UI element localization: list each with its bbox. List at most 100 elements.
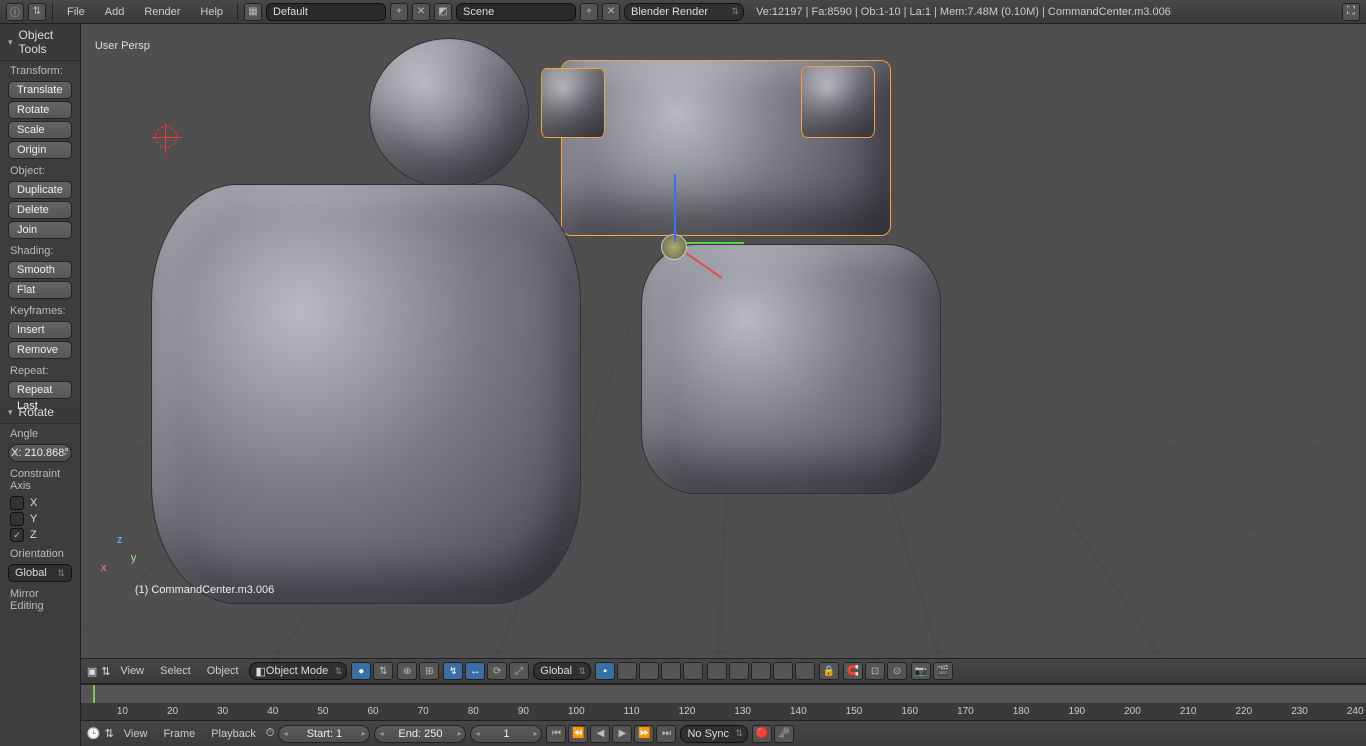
translate-button[interactable]: Translate: [8, 81, 72, 99]
timeline-expand-icon[interactable]: ⇅: [105, 727, 114, 740]
layer-10[interactable]: [795, 662, 815, 680]
mesh-object-dish[interactable]: [369, 38, 529, 188]
fullscreen-toggle-icon[interactable]: ⛶: [1342, 3, 1360, 21]
layout-add-icon[interactable]: +: [390, 3, 408, 21]
tick-label: 50: [317, 706, 328, 717]
snap-toggle-icon[interactable]: 🧲: [843, 662, 863, 680]
info-editor-icon[interactable]: ⓘ: [6, 3, 24, 21]
scene-add-icon[interactable]: +: [580, 3, 598, 21]
keying-set-icon[interactable]: 🗝: [774, 725, 794, 743]
view3d-menu-object[interactable]: Object: [201, 665, 245, 677]
timeline-menu-playback[interactable]: Playback: [205, 728, 262, 740]
play-icon[interactable]: ▶: [612, 725, 632, 743]
tick-label: 130: [734, 706, 751, 717]
play-reverse-icon[interactable]: ◀: [590, 725, 610, 743]
current-frame-indicator[interactable]: [93, 685, 95, 703]
constraint-x-checkbox[interactable]: X: [10, 496, 70, 510]
menu-help[interactable]: Help: [192, 6, 231, 18]
snap-element-icon[interactable]: ⊡: [865, 662, 885, 680]
object-tools-header[interactable]: Object Tools: [0, 24, 80, 61]
last-operator-header[interactable]: Rotate: [0, 401, 80, 424]
3d-expand-icon[interactable]: ⇅: [101, 665, 110, 678]
tick-label: 150: [846, 706, 863, 717]
use-preview-range-icon[interactable]: ⏱: [266, 727, 275, 740]
snap-target-icon[interactable]: ⊙: [887, 662, 907, 680]
orientation-dropdown[interactable]: Global: [8, 564, 72, 582]
editor-type-dropdown-icon[interactable]: ⇅: [28, 3, 46, 21]
tick-label: 10: [117, 706, 128, 717]
shading-section-label: Shading:: [0, 241, 80, 259]
sync-mode-dropdown[interactable]: No Sync: [680, 725, 748, 743]
layer-6[interactable]: [707, 662, 727, 680]
manipulator-rotate-icon[interactable]: ⟳: [487, 662, 507, 680]
timeline-ruler[interactable]: [81, 685, 1366, 703]
insert-keyframe-button[interactable]: Insert: [8, 321, 72, 339]
mesh-object-large[interactable]: [151, 184, 581, 604]
mode-dropdown[interactable]: ◧ Object Mode: [249, 662, 348, 680]
jump-end-icon[interactable]: ⏭: [656, 725, 676, 743]
layer-9[interactable]: [773, 662, 793, 680]
scene-browse-icon[interactable]: ◩: [434, 3, 452, 21]
view3d-menu-select[interactable]: Select: [154, 665, 197, 677]
shading-solid-icon[interactable]: ●: [351, 662, 371, 680]
current-frame-field[interactable]: 1: [470, 725, 542, 743]
remove-keyframe-button[interactable]: Remove: [8, 341, 72, 359]
timeline-menu-view[interactable]: View: [118, 728, 154, 740]
layer-8[interactable]: [751, 662, 771, 680]
rotate-button[interactable]: Rotate: [8, 101, 72, 119]
next-keyframe-icon[interactable]: ⏩: [634, 725, 654, 743]
delete-button[interactable]: Delete: [8, 201, 72, 219]
opengl-render-icon[interactable]: 📷: [911, 662, 931, 680]
manipulator-z-axis[interactable]: [674, 174, 676, 242]
repeat-last-button[interactable]: Repeat Last: [8, 381, 72, 399]
manipulator-y-axis[interactable]: [686, 242, 744, 244]
scene-delete-icon[interactable]: ✕: [602, 3, 620, 21]
mesh-object-medium[interactable]: [641, 244, 941, 494]
mesh-selected-part-a[interactable]: [541, 68, 605, 138]
layout-browse-icon[interactable]: ▦: [244, 3, 262, 21]
shading-mode-buttons: ● ⇅: [351, 662, 393, 680]
layer-5[interactable]: [683, 662, 703, 680]
angle-field[interactable]: X: 210.868°: [8, 444, 72, 462]
transform-orientation-dropdown[interactable]: Global: [533, 662, 591, 680]
manipulator-scale-icon[interactable]: ⤢: [509, 662, 529, 680]
scale-button[interactable]: Scale: [8, 121, 72, 139]
mesh-selected-part-b[interactable]: [801, 66, 875, 138]
shading-more-icon[interactable]: ⇅: [373, 662, 393, 680]
constraint-y-checkbox[interactable]: Y: [10, 512, 70, 526]
pivot-menu-icon[interactable]: ⊞: [419, 662, 439, 680]
layer-7[interactable]: [729, 662, 749, 680]
flat-button[interactable]: Flat: [8, 281, 72, 299]
render-engine-dropdown[interactable]: Blender Render: [624, 3, 744, 21]
layout-delete-icon[interactable]: ✕: [412, 3, 430, 21]
layer-1[interactable]: ▪: [595, 662, 615, 680]
lock-camera-icon[interactable]: 🔒: [819, 662, 839, 680]
join-button[interactable]: Join: [8, 221, 72, 239]
menu-file[interactable]: File: [59, 6, 93, 18]
menu-add[interactable]: Add: [97, 6, 133, 18]
timeline-menu-frame[interactable]: Frame: [157, 728, 201, 740]
layer-4[interactable]: [661, 662, 681, 680]
layer-2[interactable]: [617, 662, 637, 680]
auto-keyframe-icon[interactable]: 🔴: [752, 725, 772, 743]
constraint-z-checkbox[interactable]: ✓Z: [10, 528, 70, 542]
menu-render[interactable]: Render: [136, 6, 188, 18]
prev-keyframe-icon[interactable]: ⏪: [568, 725, 588, 743]
opengl-anim-icon[interactable]: 🎬: [933, 662, 953, 680]
layer-3[interactable]: [639, 662, 659, 680]
end-frame-field[interactable]: End: 250: [374, 725, 466, 743]
scene-name-field[interactable]: [456, 3, 576, 21]
jump-start-icon[interactable]: ⏮: [546, 725, 566, 743]
pivot-icon[interactable]: ⊕: [397, 662, 417, 680]
start-frame-field[interactable]: Start: 1: [278, 725, 370, 743]
manipulator-translate-icon[interactable]: ↔: [465, 662, 485, 680]
duplicate-button[interactable]: Duplicate: [8, 181, 72, 199]
timeline-editor-icon[interactable]: 🕒: [87, 727, 101, 740]
view3d-menu-view[interactable]: View: [114, 665, 150, 677]
manipulator-toggle-icon[interactable]: ↯: [443, 662, 463, 680]
smooth-button[interactable]: Smooth: [8, 261, 72, 279]
3d-editor-type-icon[interactable]: ▣: [87, 665, 97, 678]
screen-layout-field[interactable]: [266, 3, 386, 21]
origin-button[interactable]: Origin: [8, 141, 72, 159]
3d-viewport[interactable]: User Persp ✦ zyx (1) CommandCenter.m3.00…: [81, 24, 1366, 658]
